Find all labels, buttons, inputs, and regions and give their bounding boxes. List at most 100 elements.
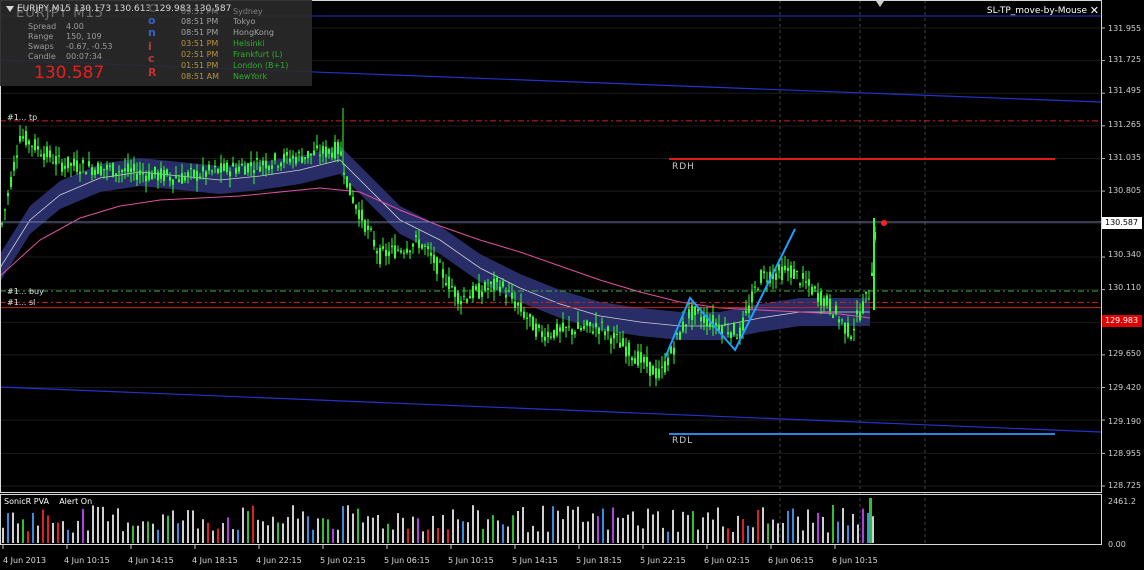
candle-body <box>649 361 651 376</box>
candle-body <box>661 366 663 368</box>
candle-body <box>478 283 480 299</box>
candle-body <box>526 317 528 319</box>
volume-bar <box>262 521 264 543</box>
candle-body <box>259 166 261 172</box>
candle-body <box>703 316 705 323</box>
sl-price-tag: 129.983 <box>1102 315 1142 327</box>
candle-body <box>454 287 456 297</box>
session-time: 01:51 PM <box>181 61 219 70</box>
volume-bar <box>707 512 709 543</box>
candle-body <box>499 286 501 293</box>
candle-body <box>76 160 78 172</box>
candle-body <box>31 146 33 148</box>
candle-body <box>508 290 510 292</box>
volume-bar <box>77 520 79 543</box>
volume-bar <box>227 517 229 543</box>
candle-body <box>793 269 795 279</box>
candle-body <box>127 163 129 173</box>
candle-body <box>823 298 825 307</box>
candle-body <box>148 171 150 180</box>
candle-body <box>58 155 60 157</box>
candle-body <box>247 163 249 173</box>
candle-body <box>610 338 612 344</box>
volume-bar <box>482 528 484 543</box>
candle-body <box>82 159 84 164</box>
date-tick: 4 Jun 22:15 <box>256 556 302 565</box>
volume-bar <box>662 527 664 543</box>
candle-body <box>538 324 540 328</box>
volume-bar <box>122 531 124 543</box>
candle-body <box>232 162 234 167</box>
candle-body <box>523 311 525 318</box>
candle-body <box>742 317 744 331</box>
candle-body <box>826 295 828 306</box>
candle-body <box>220 163 222 173</box>
volume-bar <box>387 523 389 543</box>
volume-bar <box>492 515 494 543</box>
candle-body <box>235 168 237 174</box>
candle-body <box>760 270 762 283</box>
candle-body <box>388 251 390 256</box>
volume-bar <box>657 511 659 543</box>
candle-body <box>376 251 378 254</box>
volume-bar <box>292 505 294 543</box>
session-name: Sydney <box>233 7 263 16</box>
channel-line-lower <box>0 386 1102 433</box>
candle-body <box>652 365 654 375</box>
volume-bar <box>747 525 749 543</box>
candle-body <box>154 166 156 175</box>
tp-line-label: #1... tp <box>7 113 38 122</box>
candle-body <box>61 162 63 172</box>
close-icon[interactable]: ✕ <box>1090 4 1099 17</box>
candle-body <box>415 235 417 238</box>
candle-body <box>391 245 393 248</box>
volume-bar <box>282 523 284 543</box>
volume-bar <box>132 525 134 543</box>
candle-body <box>328 148 330 154</box>
volume-bar <box>667 531 669 543</box>
session-time: 03:51 PM <box>181 39 219 48</box>
volume-bar <box>322 518 324 543</box>
candle-body <box>460 300 462 305</box>
candle-body <box>55 156 57 165</box>
price-tick: 131.725 <box>1108 55 1142 64</box>
candle-body <box>463 295 465 297</box>
candle-body <box>868 298 870 300</box>
candle-body <box>238 166 240 172</box>
shift-marker-icon[interactable] <box>876 1 884 7</box>
date-tick: 5 Jun 14:15 <box>512 556 558 565</box>
session-name: London (B+1) <box>233 61 289 70</box>
candle-body <box>199 176 201 178</box>
spread-label: Spread <box>28 22 57 31</box>
candle-body <box>616 333 618 335</box>
volume-bar <box>177 523 179 543</box>
volume-bar <box>382 528 384 543</box>
candle-body <box>556 323 558 336</box>
volume-bar <box>37 525 39 543</box>
volume-bar <box>17 523 19 543</box>
candle-body <box>394 245 396 259</box>
candle-body <box>367 225 369 230</box>
volume-bar <box>347 505 349 543</box>
volume-bar <box>137 525 139 543</box>
volume-bar <box>187 510 189 543</box>
volume-bar <box>767 523 769 543</box>
candle-body <box>589 322 591 326</box>
volume-bar <box>622 518 624 543</box>
volume-bar <box>752 527 754 543</box>
candle-body <box>433 254 435 264</box>
candle-body <box>85 172 87 175</box>
volume-bar <box>627 514 629 543</box>
volume-bar <box>267 525 269 543</box>
volume-bar <box>632 511 634 543</box>
candle-body <box>94 170 96 175</box>
candle-body <box>34 139 36 151</box>
candle-body <box>436 257 438 274</box>
candle-body <box>496 277 498 282</box>
candle-body <box>655 368 657 379</box>
candle-body <box>571 329 573 335</box>
candle-body <box>511 292 513 299</box>
candle-body <box>790 265 792 278</box>
volume-bar <box>452 509 454 543</box>
candle-body <box>586 320 588 326</box>
